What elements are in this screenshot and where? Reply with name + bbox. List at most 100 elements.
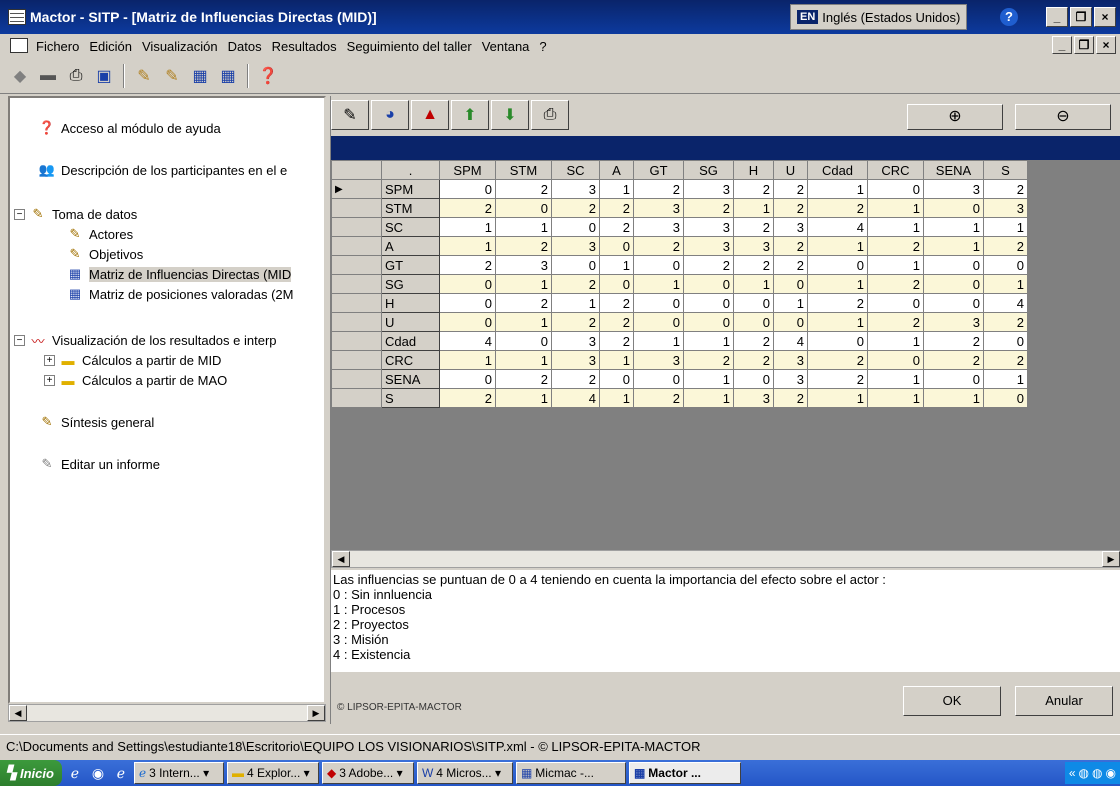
save-icon[interactable]: ▣ [92, 64, 116, 88]
matrix-cell[interactable]: 2 [807, 293, 868, 313]
matrix-cell[interactable]: 2 [599, 217, 634, 237]
matrix-cell[interactable]: 3 [551, 350, 600, 370]
help-toolbar-icon[interactable]: ❓ [256, 64, 280, 88]
matrix-cell[interactable]: 2 [733, 350, 774, 370]
row-indicator[interactable] [331, 293, 382, 313]
tree-item-synthesis[interactable]: ✎ Síntesis general [38, 414, 155, 430]
expand-icon[interactable]: + [44, 354, 55, 366]
matrix-cell[interactable]: 3 [495, 255, 552, 275]
close-button[interactable]: × [1094, 7, 1116, 27]
matrix-cell[interactable]: 2 [599, 331, 634, 351]
matrix-cell[interactable]: 0 [439, 274, 496, 294]
print-icon[interactable]: ⎙ [64, 64, 88, 88]
matrix-cell[interactable]: 2 [733, 331, 774, 351]
tree-item-calc-mao[interactable]: + ▬ Cálculos a partir de MAO [44, 372, 227, 388]
task-explorer[interactable]: ▬ 4 Explor... ▾ [226, 762, 319, 784]
matrix-cell[interactable]: 2 [599, 198, 634, 218]
matrix-cell[interactable]: 0 [439, 369, 496, 389]
matrix-cell[interactable]: 2 [439, 198, 496, 218]
matrix-cell[interactable]: 3 [633, 198, 684, 218]
matrix-cell[interactable]: 1 [867, 331, 924, 351]
matrix-cell[interactable]: 0 [599, 236, 634, 256]
help-icon[interactable]: ? [1000, 8, 1018, 26]
scroll-left-icon[interactable]: ◀ [9, 705, 27, 721]
matrix-cell[interactable]: 0 [495, 331, 552, 351]
tray-expand-icon[interactable]: « [1069, 766, 1076, 780]
down-arrow-icon[interactable]: ⬇ [491, 100, 529, 130]
matrix-cell[interactable]: 2 [495, 236, 552, 256]
row-indicator[interactable] [331, 274, 382, 294]
ok-button[interactable]: OK [903, 686, 1001, 716]
matrix-cell[interactable]: 2 [923, 350, 984, 370]
matrix-cell[interactable]: 1 [867, 388, 924, 408]
table-row[interactable]: H021200012004 [331, 293, 1028, 313]
matrix-cell[interactable]: 0 [983, 255, 1028, 275]
matrix-cell[interactable]: 0 [923, 293, 984, 313]
matrix-cell[interactable]: 1 [923, 236, 984, 256]
matrix-cell[interactable]: 0 [599, 274, 634, 294]
minimize-button[interactable]: _ [1046, 7, 1068, 27]
matrix-cell[interactable]: 2 [733, 255, 774, 275]
up-arrow-icon[interactable]: ⬆ [451, 100, 489, 130]
scroll-right-icon[interactable]: ▶ [307, 705, 325, 721]
matrix-cell[interactable]: 2 [495, 179, 552, 199]
matrix-cell[interactable]: 1 [983, 369, 1028, 389]
column-header[interactable]: STM [495, 160, 552, 180]
matrix-grid[interactable]: . SPM STM SC A GT SG H U Cdad CRC SENA S ▶ SPM 0 2 3 1 2 3 2… [331, 160, 1120, 550]
matrix-cell[interactable]: 1 [807, 312, 868, 332]
matrix-cell[interactable]: 2 [439, 255, 496, 275]
matrix-cell[interactable]: 2 [683, 350, 734, 370]
row-indicator[interactable] [331, 331, 382, 351]
matrix-cell[interactable]: 0 [439, 179, 496, 199]
matrix-cell[interactable]: 1 [439, 350, 496, 370]
matrix-cell[interactable]: 1 [683, 388, 734, 408]
table-row[interactable]: STM 2 0 2 2 3 2 1 2 2 1 0 3 [331, 198, 1028, 218]
tree-item-report[interactable]: ✎ Editar un informe [38, 456, 160, 472]
column-header[interactable]: SENA [923, 160, 984, 180]
row-indicator[interactable] [331, 217, 382, 237]
table-row[interactable]: SENA 0 2 2 0 0 1 0 3 2 1 0 1 [331, 369, 1028, 389]
matrix-cell[interactable]: 0 [633, 293, 684, 313]
menu-help[interactable]: ? [539, 39, 546, 54]
edit-icon[interactable]: ✎ [331, 100, 369, 130]
matrix-cell[interactable]: 1 [923, 388, 984, 408]
matrix-cell[interactable]: 2 [773, 236, 808, 256]
matrix-cell[interactable]: 3 [683, 236, 734, 256]
row-indicator[interactable] [331, 236, 382, 256]
collapse-icon[interactable]: − [14, 334, 25, 346]
menu-resultados[interactable]: Resultados [272, 39, 337, 54]
matrix-cell[interactable]: 4 [807, 217, 868, 237]
table-row[interactable]: Cdad 4 0 3 2 1 1 2 4 0 1 2 0 [331, 331, 1028, 351]
row-indicator[interactable] [331, 312, 382, 332]
matrix-cell[interactable]: 0 [551, 255, 600, 275]
matrix-cell[interactable]: 2 [733, 217, 774, 237]
matrix-cell[interactable]: 3 [683, 179, 734, 199]
matrix-cell[interactable]: 2 [923, 331, 984, 351]
document-icon[interactable] [10, 38, 28, 53]
matrix-cell[interactable]: 1 [599, 255, 634, 275]
matrix-cell[interactable]: 1 [733, 274, 774, 294]
matrix-cell[interactable]: 0 [733, 369, 774, 389]
matrix-cell[interactable]: 0 [807, 331, 868, 351]
fill-icon[interactable]: ◕ [371, 100, 409, 130]
network-icon[interactable]: ◍ [1092, 766, 1102, 780]
matrix-cell[interactable]: 0 [633, 255, 684, 275]
matrix-cell[interactable]: 4 [773, 331, 808, 351]
zoom-in-button[interactable]: ⊕ [907, 104, 1003, 130]
matrix-cell[interactable]: 2 [633, 388, 684, 408]
matrix-cell[interactable]: 2 [551, 274, 600, 294]
chart-up-icon[interactable]: ▲ [411, 100, 449, 130]
tree-item-mao[interactable]: ▦ Matriz de posiciones valoradas (2M [66, 286, 294, 302]
menu-datos[interactable]: Datos [228, 39, 262, 54]
matrix-cell[interactable]: 1 [923, 217, 984, 237]
cancel-button[interactable]: Anular [1015, 686, 1113, 716]
matrix-cell[interactable]: 1 [495, 388, 552, 408]
table-row[interactable]: S214121321110 [331, 388, 1028, 408]
row-indicator[interactable] [331, 369, 382, 389]
column-header[interactable]: SG [683, 160, 734, 180]
tree-item-objectives[interactable]: ✎ Objetivos [66, 246, 144, 262]
matrix-cell[interactable]: 0 [923, 255, 984, 275]
matrix-cell[interactable]: 2 [551, 198, 600, 218]
table-row[interactable]: SG 0 1 2 0 1 0 1 0 1 2 0 1 [331, 274, 1028, 294]
matrix-cell[interactable]: 0 [633, 369, 684, 389]
